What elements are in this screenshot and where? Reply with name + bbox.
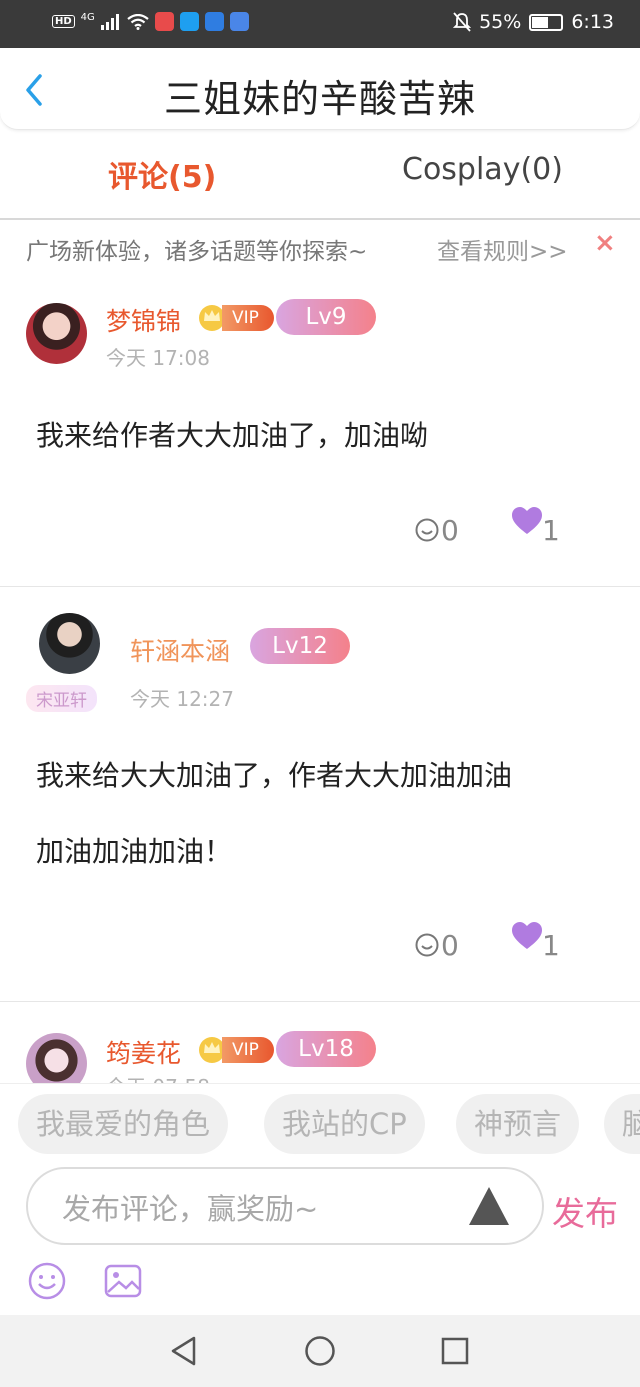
notice-banner: 广场新体验，诸多话题等你探索~ 查看规则>> × (0, 222, 640, 274)
huawei-app-icon (154, 12, 174, 31)
comment-item: 宋亚轩 轩涵本涵 Lv12 今天 12:27 我来给大大加油了，作者大大加油加油… (0, 588, 640, 1002)
heart-icon[interactable] (512, 922, 542, 950)
mute-icon (453, 12, 472, 32)
triangle-icon (469, 1187, 509, 1225)
heart-icon[interactable] (512, 507, 542, 535)
comment-composer: 我最爱的角色 我站的CP 神预言 脑 发布评论，赢奖励~ 发布 (0, 1083, 640, 1315)
avatar[interactable] (26, 1033, 87, 1083)
home-circle-icon[interactable] (302, 1333, 338, 1369)
avatar[interactable] (26, 303, 87, 364)
signal-icon (100, 13, 119, 30)
tab-comments[interactable]: 评论(5) (108, 152, 216, 196)
music-app-icon (229, 12, 249, 31)
reply-count: 0 (441, 929, 459, 962)
like-count: 1 (542, 514, 560, 547)
system-nav-bar (0, 1315, 640, 1387)
tab-cosplay[interactable]: Cosplay(0) (402, 152, 563, 187)
publish-button[interactable]: 发布 (552, 1187, 618, 1235)
comment-text-line1: 我来给大大加油了，作者大大加油加油 (36, 759, 513, 792)
like-count: 1 (542, 929, 560, 962)
level-badge: Lv9 (276, 299, 376, 335)
topic-chip[interactable]: 我站的CP (264, 1094, 425, 1154)
page-header: 三姐妹的辛酸苦辣 (0, 48, 640, 130)
username[interactable]: 轩涵本涵 (130, 632, 230, 668)
topic-chip[interactable]: 我最爱的角色 (18, 1094, 229, 1154)
hd-icon: HD (52, 15, 75, 28)
comment-text: 我来给作者大大加油了，加油呦 (36, 419, 429, 452)
emoji-icon[interactable] (27, 1261, 67, 1301)
topic-chip[interactable]: 神预言 (456, 1094, 580, 1154)
fan-badge: 宋亚轩 (26, 685, 97, 712)
status-left: HD 4G (52, 12, 249, 31)
level-badge: Lv12 (250, 628, 350, 664)
battery-percent: 55% (479, 11, 522, 33)
wifi-icon (127, 13, 149, 30)
status-right: 55% 6:13 (453, 11, 614, 33)
reply-icon[interactable] (414, 932, 440, 958)
reply-count: 0 (441, 514, 459, 547)
battery-fill (532, 16, 548, 28)
bulb-app-icon (204, 12, 224, 31)
topic-chip[interactable]: 脑 (604, 1094, 640, 1154)
comment-input[interactable]: 发布评论，赢奖励~ (26, 1167, 544, 1245)
search-app-icon (179, 12, 199, 31)
page-title: 三姐妹的辛酸苦辣 (163, 77, 476, 121)
comment-time: 今天 17:08 (106, 346, 210, 370)
reply-icon[interactable] (414, 517, 440, 543)
network-type: 4G (80, 12, 95, 23)
status-bar: HD 4G 55% 6:13 (0, 0, 640, 48)
topic-chips: 我最爱的角色 我站的CP 神预言 脑 (0, 1094, 640, 1156)
image-icon[interactable] (103, 1261, 143, 1301)
comment-time: 今天 12:27 (130, 687, 234, 711)
level-badge: Lv18 (276, 1031, 376, 1067)
tab-bar: 评论(5) Cosplay(0) (0, 130, 640, 220)
clock: 6:13 (571, 11, 614, 33)
avatar[interactable] (39, 613, 100, 674)
comment-item: 筠姜花 VIP Lv18 今天 07:58 (0, 1003, 640, 1083)
username[interactable]: 梦锦锦 (106, 302, 181, 338)
battery-icon (529, 13, 564, 31)
recents-square-icon[interactable] (437, 1333, 473, 1369)
back-triangle-icon[interactable] (166, 1333, 202, 1369)
input-placeholder: 发布评论，赢奖励~ (62, 1192, 319, 1226)
vip-badge: VIP (222, 305, 274, 331)
notice-text: 广场新体验，诸多话题等你探索~ (26, 239, 368, 265)
vip-badge: VIP (222, 1037, 274, 1063)
comment-item: 梦锦锦 VIP Lv9 今天 17:08 我来给作者大大加油了，加油呦 0 1 (0, 274, 640, 587)
comment-time: 今天 07:58 (106, 1071, 210, 1083)
view-rules-link[interactable]: 查看规则>> (437, 232, 568, 266)
username[interactable]: 筠姜花 (106, 1034, 181, 1070)
close-icon[interactable]: × (594, 228, 616, 258)
comment-text-line2: 加油加油加油！ (36, 835, 233, 868)
